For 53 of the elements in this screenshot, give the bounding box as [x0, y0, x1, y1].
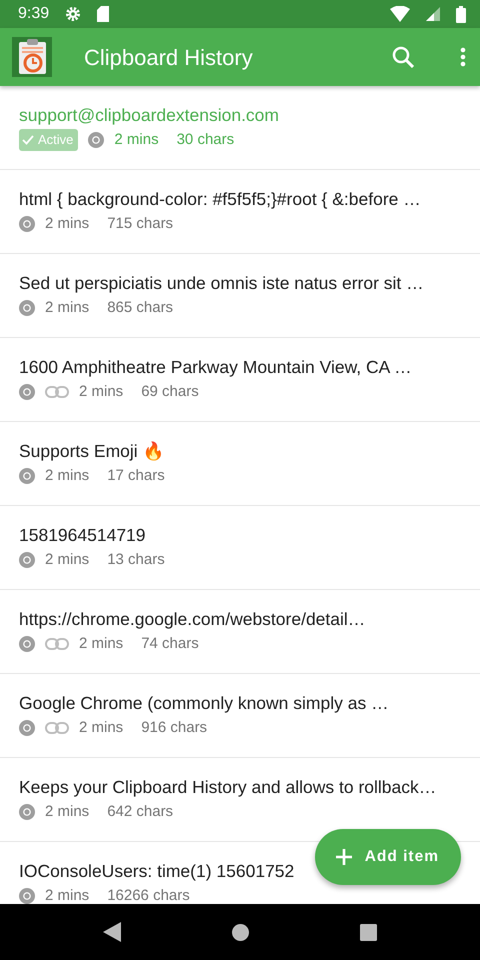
app-title: Clipboard History — [84, 44, 253, 72]
char-count: 69 chars — [141, 382, 199, 402]
home-icon[interactable] — [232, 924, 249, 940]
app-logo-icon — [12, 37, 52, 77]
status-time: 9:39 — [18, 4, 50, 24]
time-ago: 2 mins — [45, 886, 90, 904]
clip-text: Supports Emoji 🔥 — [19, 440, 166, 463]
more-options-icon[interactable] — [460, 47, 466, 67]
time-ago: 2 mins — [45, 214, 90, 234]
recents-icon[interactable] — [360, 924, 377, 940]
check-icon — [22, 134, 34, 145]
history-item[interactable]: https://chrome.google.com/webstore/detail… 2 mins 74 chars — [0, 590, 480, 674]
clip-text: https://chrome.google.com/webstore/detail… — [19, 608, 366, 631]
char-count: 865 chars — [107, 298, 174, 318]
history-item[interactable]: 1581964514719 2 mins 13 chars — [0, 506, 480, 590]
time-ago: 2 mins — [45, 466, 90, 486]
history-item[interactable]: html { background-color: #f5f5f5;}#root { &:before … 2 mins 715 chars — [0, 170, 480, 254]
time-ago: 2 mins — [45, 550, 90, 570]
char-count: 916 chars — [141, 718, 208, 738]
time-ago: 2 mins — [45, 298, 90, 318]
battery-icon — [456, 6, 466, 22]
char-count: 715 chars — [107, 214, 174, 234]
clip-text: 1600 Amphitheatre Parkway Mountain View, CA … — [19, 356, 413, 379]
char-count: 16266 chars — [107, 886, 190, 904]
clip-text: IOConsoleUsers: time(1) 15601752 — [19, 860, 296, 883]
char-count: 642 chars — [107, 802, 174, 822]
clip-text: 1581964514719 — [19, 524, 147, 547]
time-ago: 2 mins — [79, 718, 124, 738]
time-ago: 2 mins — [79, 382, 124, 402]
clip-text: Google Chrome (commonly known simply as … — [19, 692, 390, 715]
clip-text: html { background-color: #f5f5f5;}#root { &:before … — [19, 188, 422, 211]
wifi-icon — [390, 6, 410, 22]
search-icon[interactable] — [392, 46, 414, 68]
active-tag: Active — [19, 129, 78, 151]
char-count: 74 chars — [141, 634, 199, 654]
history-item[interactable]: 1600 Amphitheatre Parkway Mountain View, CA … 2 mins 69 chars — [0, 338, 480, 422]
signal-icon — [426, 7, 440, 21]
clip-text: support@clipboardextension.com — [19, 104, 280, 127]
history-item[interactable]: Sed ut perspiciatis unde omnis iste natus error sit … 2 mins 865 chars — [0, 254, 480, 338]
clip-text: Sed ut perspiciatis unde omnis iste natus error sit … — [19, 272, 425, 295]
plus-icon — [334, 848, 353, 866]
gear-icon — [65, 6, 82, 22]
time-ago: 2 mins — [45, 802, 90, 822]
time-ago: 2 mins — [79, 634, 124, 654]
char-count: 30 chars — [176, 130, 234, 150]
history-item[interactable]: Supports Emoji 🔥 2 mins 17 chars — [0, 422, 480, 506]
sd-card-icon — [97, 6, 110, 22]
clip-text: Keeps your Clipboard History and allows to rollback… — [19, 776, 438, 799]
back-icon[interactable] — [103, 922, 122, 942]
history-item[interactable]: Google Chrome (commonly known simply as … 2 mins 916 chars — [0, 674, 480, 758]
time-ago: 2 mins — [114, 130, 159, 150]
char-count: 17 chars — [107, 466, 165, 486]
char-count: 13 chars — [107, 550, 165, 570]
